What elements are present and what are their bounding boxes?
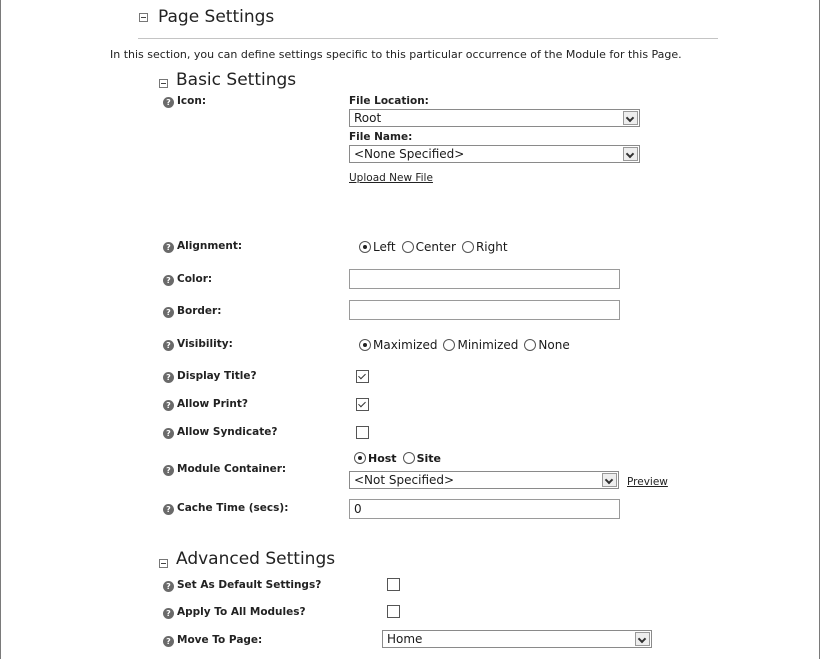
- help-icon[interactable]: ?: [163, 275, 174, 286]
- file-location-select[interactable]: Root: [349, 109, 640, 127]
- upload-new-file-link[interactable]: Upload New File: [349, 172, 433, 184]
- chevron-down-icon[interactable]: [635, 632, 650, 646]
- radio-icon[interactable]: [524, 339, 537, 351]
- section-title-advanced-settings: Advanced Settings: [176, 549, 336, 569]
- visibility-maximized-label: Maximized: [373, 338, 438, 352]
- visibility-radio-group: Maximized Minimized None: [359, 338, 576, 352]
- help-icon[interactable]: ?: [163, 608, 174, 619]
- file-name-select[interactable]: <None Specified>: [349, 145, 640, 163]
- radio-selected-icon[interactable]: [359, 339, 371, 351]
- alignment-option-right[interactable]: Right: [461, 240, 508, 254]
- move-to-page-select[interactable]: Home: [382, 630, 652, 648]
- collapse-minus-icon[interactable]: [159, 79, 168, 88]
- module-container-label-text: Module Container:: [177, 463, 287, 475]
- help-icon[interactable]: ?: [163, 372, 174, 383]
- cache-time-label-text: Cache Time (secs):: [177, 502, 289, 514]
- field-label-border: ? Border:: [163, 305, 221, 318]
- section-divider: [138, 38, 718, 39]
- help-icon[interactable]: ?: [163, 307, 174, 318]
- field-label-visibility: ? Visibility:: [163, 338, 233, 351]
- alignment-right-label: Right: [475, 240, 508, 254]
- section-title-page-settings: Page Settings: [158, 7, 275, 27]
- field-label-module-container: ? Module Container:: [163, 463, 286, 476]
- container-host-label: Host: [368, 452, 397, 465]
- module-container-select[interactable]: <Not Specified>: [349, 471, 619, 489]
- field-label-allow-print: ? Allow Print?: [163, 398, 248, 411]
- help-icon[interactable]: ?: [163, 636, 174, 647]
- file-name-label: File Name:: [349, 131, 413, 143]
- field-label-apply-all: ? Apply To All Modules?: [163, 606, 306, 619]
- field-label-set-default: ? Set As Default Settings?: [163, 579, 321, 592]
- visibility-option-minimized[interactable]: Minimized: [443, 338, 518, 352]
- radio-selected-icon[interactable]: [359, 241, 371, 253]
- visibility-minimized-label: Minimized: [457, 338, 519, 352]
- field-label-icon: ? Icon:: [163, 95, 206, 108]
- radio-icon[interactable]: [461, 241, 474, 253]
- border-field[interactable]: [349, 300, 620, 320]
- field-label-allow-syndicate: ? Allow Syndicate?: [163, 426, 277, 439]
- container-option-site[interactable]: Site: [402, 452, 441, 465]
- help-icon[interactable]: ?: [163, 428, 174, 439]
- radio-selected-icon[interactable]: [354, 452, 366, 464]
- help-icon[interactable]: ?: [163, 340, 174, 351]
- chevron-down-icon[interactable]: [623, 111, 638, 125]
- move-to-page-label-text: Move To Page:: [177, 634, 263, 646]
- container-option-host[interactable]: Host: [354, 452, 397, 465]
- radio-icon[interactable]: [443, 339, 456, 351]
- section-title-basic-settings: Basic Settings: [176, 70, 297, 90]
- apply-all-checkbox[interactable]: [387, 605, 400, 618]
- help-icon[interactable]: ?: [163, 97, 174, 108]
- help-icon[interactable]: ?: [163, 400, 174, 411]
- apply-all-label-text: Apply To All Modules?: [177, 606, 306, 618]
- allow-syndicate-label-text: Allow Syndicate?: [177, 426, 278, 438]
- set-default-label-text: Set As Default Settings?: [177, 579, 322, 591]
- field-label-display-title: ? Display Title?: [163, 370, 257, 383]
- border-label-text: Border:: [177, 305, 222, 317]
- field-label-color: ? Color:: [163, 273, 212, 286]
- color-field[interactable]: [349, 269, 620, 289]
- alignment-option-left[interactable]: Left: [359, 240, 396, 254]
- section-description: In this section, you can define settings…: [110, 48, 682, 61]
- container-site-label: Site: [416, 452, 441, 465]
- preview-link[interactable]: Preview: [627, 476, 668, 488]
- display-title-checkbox[interactable]: [356, 370, 369, 383]
- alignment-radio-group: Left Center Right: [359, 240, 514, 254]
- chevron-down-icon[interactable]: [623, 147, 638, 161]
- collapse-minus-icon[interactable]: [159, 559, 168, 568]
- file-name-value: <None Specified>: [354, 147, 465, 161]
- radio-icon[interactable]: [402, 452, 415, 464]
- visibility-label-text: Visibility:: [177, 338, 233, 350]
- color-label-text: Color:: [177, 273, 213, 285]
- alignment-option-center[interactable]: Center: [401, 240, 456, 254]
- field-label-cache-time: ? Cache Time (secs):: [163, 502, 288, 515]
- visibility-none-label: None: [538, 338, 570, 352]
- alignment-left-label: Left: [373, 240, 396, 254]
- allow-syndicate-checkbox[interactable]: [356, 426, 369, 439]
- file-location-label: File Location:: [349, 95, 429, 107]
- chevron-down-icon[interactable]: [602, 473, 617, 487]
- help-icon[interactable]: ?: [163, 242, 174, 253]
- module-container-value: <Not Specified>: [354, 473, 455, 487]
- container-scope-radio-group: Host Site: [354, 452, 447, 465]
- cache-time-field[interactable]: 0: [349, 499, 620, 519]
- help-icon[interactable]: ?: [163, 581, 174, 592]
- icon-label-text: Icon:: [177, 95, 207, 107]
- alignment-center-label: Center: [415, 240, 456, 254]
- set-default-checkbox[interactable]: [387, 578, 400, 591]
- collapse-minus-icon[interactable]: [139, 13, 148, 22]
- allow-print-label-text: Allow Print?: [177, 398, 248, 410]
- help-icon[interactable]: ?: [163, 504, 174, 515]
- alignment-label-text: Alignment:: [177, 240, 243, 252]
- field-label-move-to-page: ? Move To Page:: [163, 634, 262, 647]
- help-icon[interactable]: ?: [163, 465, 174, 476]
- file-location-value: Root: [354, 111, 382, 125]
- move-to-page-value: Home: [387, 632, 423, 646]
- allow-print-checkbox[interactable]: [356, 398, 369, 411]
- field-label-alignment: ? Alignment:: [163, 240, 242, 253]
- display-title-label-text: Display Title?: [177, 370, 257, 382]
- radio-icon[interactable]: [401, 241, 414, 253]
- visibility-option-none[interactable]: None: [524, 338, 570, 352]
- visibility-option-maximized[interactable]: Maximized: [359, 338, 437, 352]
